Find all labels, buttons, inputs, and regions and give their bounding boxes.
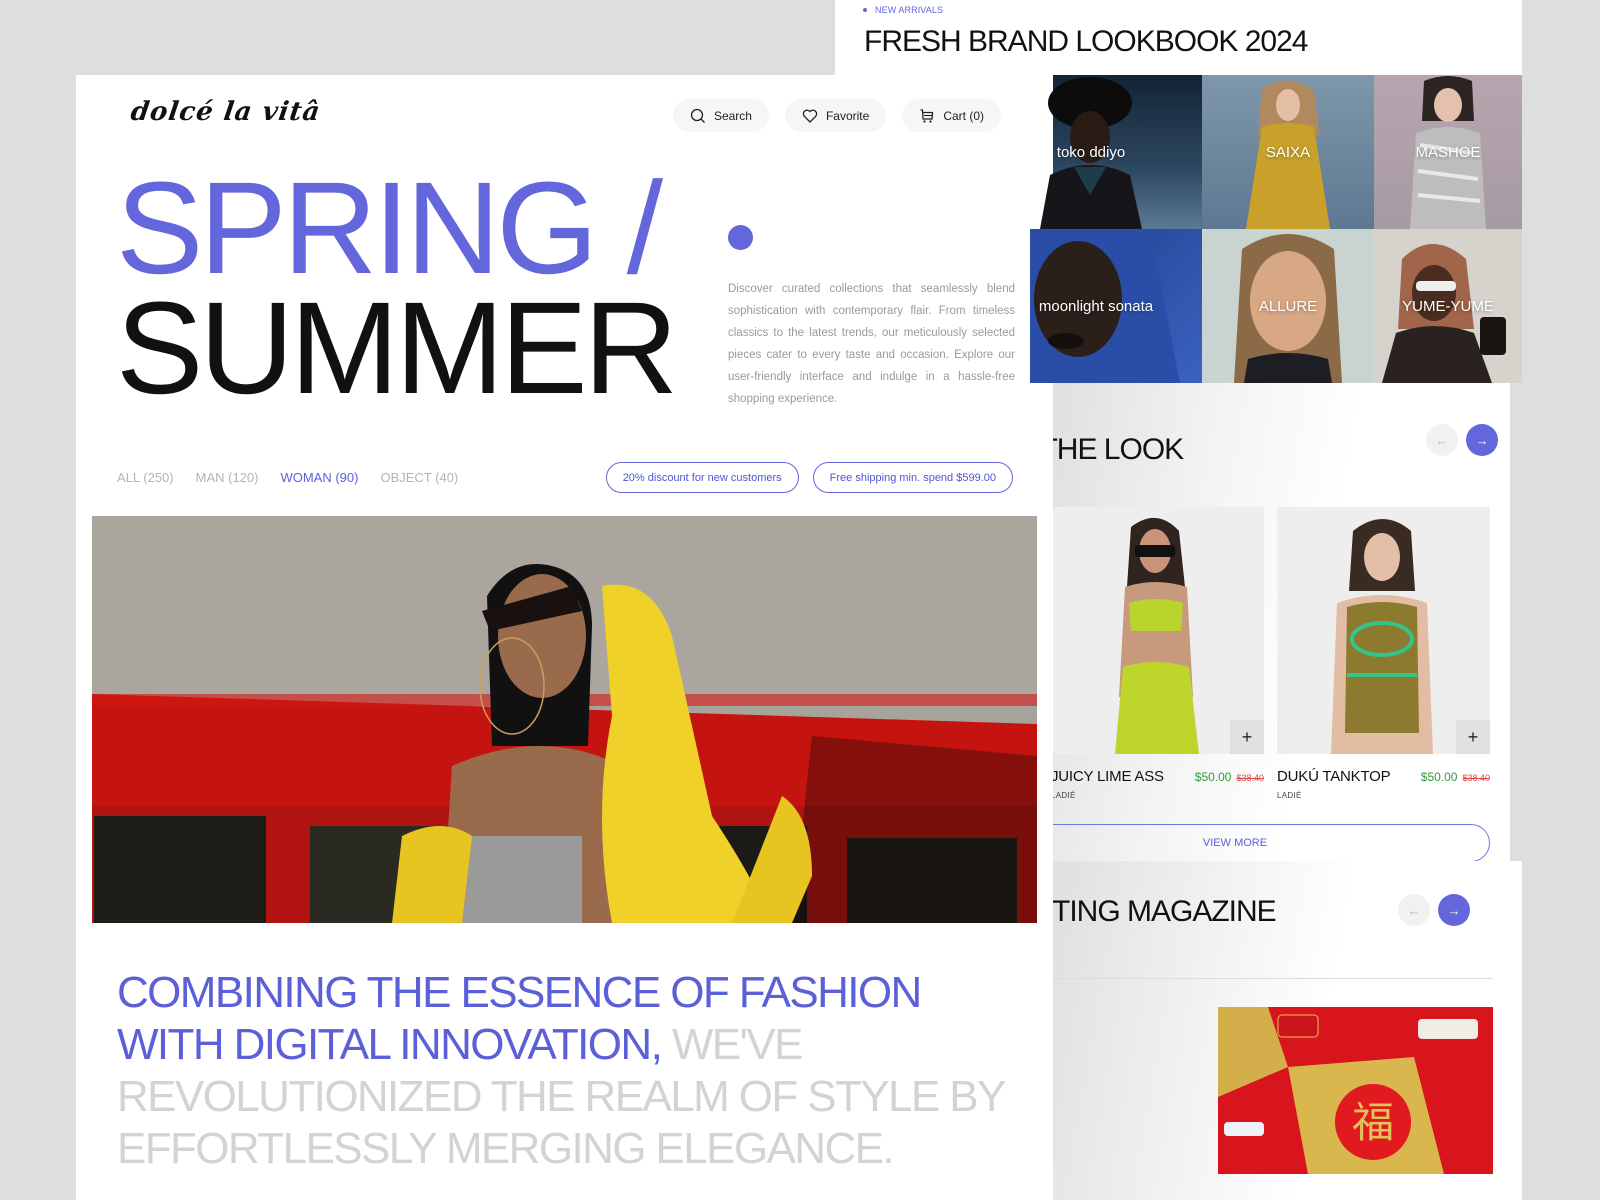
product-info: JUICY LIME ASS $50.00 $38.40 [1051,768,1264,785]
brand-tile[interactable]: YUME-YUME [1374,229,1522,383]
carousel-controls: ← → [1426,424,1498,456]
brand-tile[interactable]: ALLURE [1202,229,1374,383]
filter-man[interactable]: MAN (120) [196,470,259,485]
improving-the-look-panel: IMPROVING THE LOOK ← → + $38.40 + JUIC [1020,383,1510,861]
brand-tile[interactable]: toko ddiyo [1030,75,1202,229]
view-more-button[interactable]: VIEW MORE [1020,824,1490,861]
product-old-price: $38.40 [1462,773,1490,783]
brand-statement: COMBINING THE ESSENCE OF FASHION WITH DI… [117,967,1017,1175]
filter-all[interactable]: ALL (250) [117,470,174,485]
shipping-promo-badge[interactable]: Free shipping min. spend $599.00 [812,462,1013,493]
carousel-prev-button[interactable]: ← [1426,424,1458,456]
cart-label: Cart (0) [943,108,984,123]
product-name: DUKÚ TANKTOP [1277,768,1391,785]
search-label: Search [713,108,752,123]
brand-name: MASHOE [1415,143,1481,161]
category-filters: ALL (250) MAN (120) WOMAN (90) OBJECT (4… [117,470,458,485]
filter-object[interactable]: OBJECT (40) [380,470,458,485]
favorite-button[interactable]: Favorite [784,99,887,132]
magazine-prev-button[interactable]: ← [1398,894,1430,926]
brand-tile[interactable]: SAIXA [1202,75,1374,229]
brand-name: moonlight sonata [1038,297,1154,315]
product-card[interactable]: + JUICY LIME ASS $50.00 $38.40 LADIÉ [1051,507,1264,800]
plus-icon: + [1467,726,1479,747]
product-category: LADIÉ [1277,791,1302,800]
carousel-next-button[interactable]: → [1466,424,1498,456]
arrow-left-icon: ← [1435,432,1449,448]
product-price: $50.00 [1420,770,1458,784]
product-image: + [1051,507,1264,754]
cart-icon [920,108,934,123]
product-image: + [1277,507,1490,754]
search-button[interactable]: Search [672,99,769,132]
product-name: JUICY LIME ASS [1051,768,1164,785]
eyebrow-label: NEW ARRIVALS [875,5,944,15]
new-arrivals-eyebrow: NEW ARRIVALS [863,5,943,15]
add-to-cart-button[interactable]: + [1456,720,1490,754]
plus-icon: + [1241,726,1253,747]
hero-title-line1: SPRING / [116,154,663,301]
brand-name: SAIXA [1265,143,1311,161]
bullet-dot-icon [863,8,867,12]
top-nav: Search Favorite Cart (0) [672,99,1001,132]
red-envelope-photo: 福 [1218,1007,1493,1174]
hero-image [92,516,1037,923]
brand-tile[interactable]: MASHOE [1374,75,1522,229]
hero-description: Discover curated collections that seamle… [728,283,1015,405]
hero-photo-woman-yellow-jacket [92,516,1037,923]
brand-logo[interactable]: dolcé la vitâ [129,97,323,127]
arrow-right-icon: → [1447,902,1461,918]
hero-title-line2: SUMMER [116,274,678,421]
magazine-article-image[interactable]: 福 [1218,1007,1493,1174]
search-icon [690,108,705,123]
product-photo-duku-tanktop [1331,519,1433,754]
magazine-panel: INTERESTING MAGAZINE ← → 福 [1020,861,1522,1200]
filter-woman[interactable]: WOMAN (90) [280,470,358,485]
magazine-next-button[interactable]: → [1438,894,1470,926]
promo-badges: 20% discount for new customers Free ship… [605,462,1013,493]
product-card[interactable]: + DUKÚ TANKTOP $50.00 $38.40 LADIÉ [1277,507,1490,800]
product-price: $50.00 [1194,770,1232,784]
arrow-right-icon: → [1475,432,1489,448]
heart-icon [802,109,818,123]
lookbook-title: FRESH BRAND LOOKBOOK 2024 [864,25,1308,58]
accent-dot [728,225,753,250]
brand-name: YUME-YUME [1402,297,1494,315]
brand-tile[interactable]: moonlight sonata [1030,229,1202,383]
main-card: dolcé la vitâ Search Favorite Cart (0) S… [76,75,1053,1200]
brand-name: toko ddiyo [1056,143,1126,161]
magazine-carousel-controls: ← → [1398,894,1470,926]
discount-promo-badge[interactable]: 20% discount for new customers [605,462,799,493]
product-info: DUKÚ TANKTOP $50.00 $38.40 [1277,768,1490,785]
favorite-label: Favorite [825,108,870,123]
add-to-cart-button[interactable]: + [1230,720,1264,754]
divider [1020,978,1493,979]
product-category: LADIÉ [1051,791,1076,800]
svg-text:福: 福 [1352,1098,1394,1147]
product-old-price: $38.40 [1236,773,1264,783]
magazine-title: INTERESTING MAGAZINE [1020,895,1277,928]
cart-button[interactable]: Cart (0) [902,99,1001,132]
hero-title: SPRING / SUMMER [116,154,678,421]
arrow-left-icon: ← [1407,902,1421,918]
product-photo-juicy-lime [1115,517,1199,754]
brand-name: ALLURE [1258,297,1318,315]
